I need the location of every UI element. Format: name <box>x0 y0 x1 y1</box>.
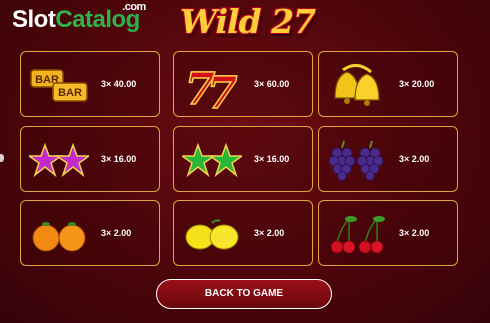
seven-icon: 7 7 <box>184 63 239 114</box>
payout-value: 3× 60.00 <box>254 79 290 89</box>
back-to-game-button[interactable]: BACK TO GAME <box>156 279 332 309</box>
bar-label-2: BAR <box>58 87 82 99</box>
paytable-card-cherries: 3× 2.00 <box>318 200 458 266</box>
payout-value: 3× 2.00 <box>254 228 285 238</box>
paytable-card-grapes: 3× 2.00 <box>318 126 458 192</box>
watermark-slot: Slot <box>12 6 56 33</box>
payout-value: 3× 2.00 <box>101 228 132 238</box>
payout-value: 3× 2.00 <box>399 154 430 164</box>
bells-icon <box>334 64 380 106</box>
side-handle <box>0 154 4 162</box>
payout-value: 3× 20.00 <box>399 79 435 89</box>
cherries-icon <box>330 216 385 254</box>
paytable-card-lemons: 3× 2.00 <box>173 200 313 266</box>
paytable-card-purple-stars: 3× 16.00 <box>20 126 160 192</box>
lemons-icon <box>185 219 239 250</box>
payout-value: 3× 40.00 <box>101 79 137 89</box>
paytable-card-bells: 3× 20.00 <box>318 51 458 117</box>
paytable-card-seven: 7 7 3× 60.00 <box>173 51 313 117</box>
oranges-icon <box>32 222 86 252</box>
paytable-card-bar: BAR BAR 3× 40.00 <box>20 51 160 117</box>
green-stars-icon <box>182 142 242 178</box>
payout-value: 3× 2.00 <box>399 228 430 238</box>
slotcatalog-watermark: SlotCatalog .com <box>12 2 146 33</box>
watermark-com: .com <box>122 1 146 13</box>
paytable-card-green-stars: 3× 16.00 <box>173 126 313 192</box>
purple-stars-icon <box>29 142 89 178</box>
bar-icon: BAR BAR <box>30 69 88 102</box>
payout-value: 3× 16.00 <box>254 154 290 164</box>
paytable-card-oranges: 3× 2.00 <box>20 200 160 266</box>
seven-glyph-2: 7 <box>207 68 238 114</box>
game-title: Wild 27 <box>179 2 316 41</box>
grapes-icon <box>328 140 384 181</box>
payout-value: 3× 16.00 <box>101 154 137 164</box>
